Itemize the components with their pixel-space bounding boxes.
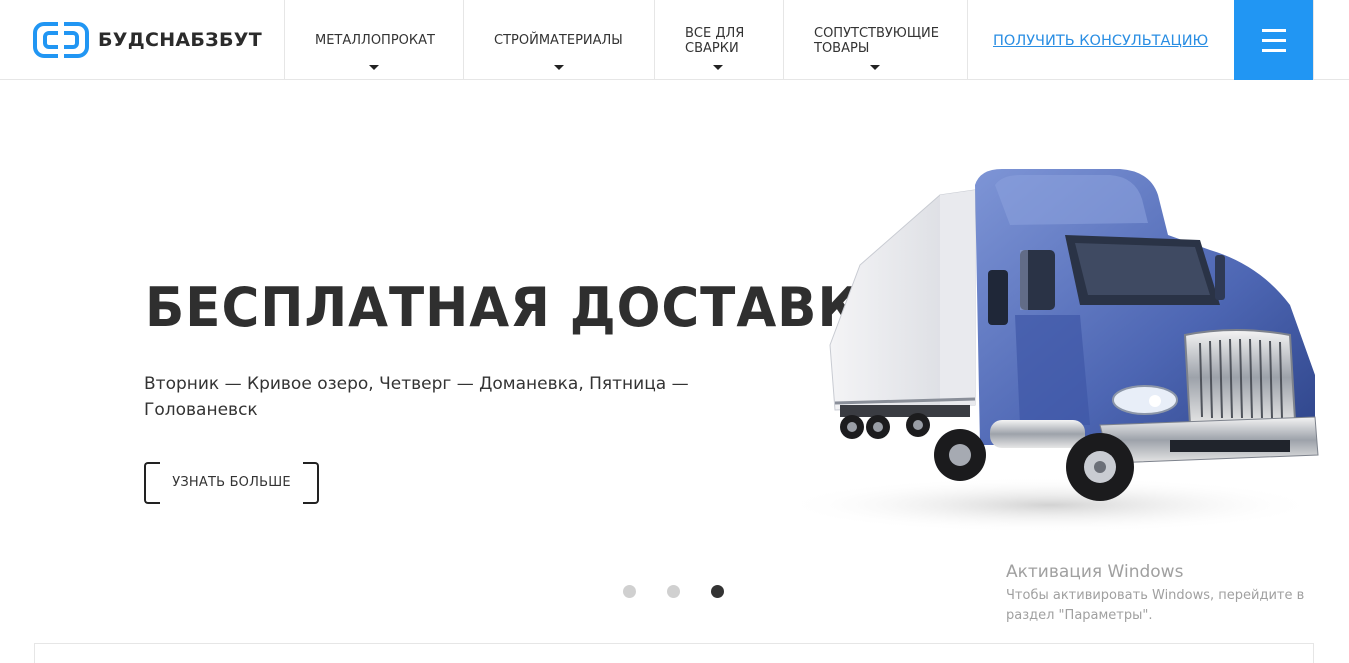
logo-text: БУДСНАБЗБУТ xyxy=(98,29,262,51)
hamburger-icon-bar xyxy=(1262,49,1286,52)
nav-item-soputstvuyushchie[interactable]: СОПУТСТВУЮЩИЕ ТОВАРЫ xyxy=(783,0,968,80)
nav-label-line1: ВСЕ ДЛЯ xyxy=(685,26,745,41)
windows-activation-watermark: Активация Windows Чтобы активировать Win… xyxy=(1006,562,1316,626)
hero-subtitle: Вторник — Кривое озеро, Четверг — Домане… xyxy=(144,374,689,420)
watermark-title: Активация Windows xyxy=(1006,562,1184,582)
caret-down-icon xyxy=(713,65,723,70)
slider-dot[interactable] xyxy=(667,585,680,598)
caret-down-icon xyxy=(369,65,379,70)
slider-dot[interactable] xyxy=(623,585,636,598)
hero-title: БЕСПЛАТНАЯ ДОСТАВКА xyxy=(145,276,902,339)
learn-more-button[interactable]: УЗНАТЬ БОЛЬШЕ xyxy=(144,462,319,504)
nav-label-line2: ТОВАРЫ xyxy=(814,41,870,56)
hamburger-icon-bar xyxy=(1262,29,1286,32)
logo[interactable]: БУДСНАБЗБУТ xyxy=(33,22,262,58)
hamburger-icon-bar xyxy=(1262,39,1286,42)
nav-divider xyxy=(967,0,968,80)
nav-label: СТРОЙМАТЕРИАЛЫ xyxy=(494,33,623,48)
caret-down-icon xyxy=(870,65,880,70)
logo-icon xyxy=(33,22,89,58)
nav-item-metalloprokat[interactable]: МЕТАЛЛОПРОКАТ xyxy=(284,0,464,80)
next-section-box xyxy=(34,643,1314,663)
nav-label-line2: СВАРКИ xyxy=(685,41,739,56)
nav-label-line1: СОПУТСТВУЮЩИЕ xyxy=(814,26,939,41)
nav-item-svarka[interactable]: ВСЕ ДЛЯ СВАРКИ xyxy=(654,0,784,80)
slider-dot-active[interactable] xyxy=(711,585,724,598)
site-header: БУДСНАБЗБУТ МЕТАЛЛОПРОКАТ СТРОЙМАТЕРИАЛЫ… xyxy=(0,0,1349,80)
caret-down-icon xyxy=(554,65,564,70)
watermark-text: Чтобы активировать Windows, перейдите в … xyxy=(1006,588,1305,623)
nav-label: МЕТАЛЛОПРОКАТ xyxy=(315,33,435,48)
header-divider xyxy=(1313,0,1314,80)
menu-button[interactable] xyxy=(1234,0,1314,80)
nav-item-stroymaterialy[interactable]: СТРОЙМАТЕРИАЛЫ xyxy=(463,0,655,80)
truck-image xyxy=(790,169,1320,533)
learn-more-label: УЗНАТЬ БОЛЬШЕ xyxy=(172,475,291,490)
consultation-link[interactable]: ПОЛУЧИТЬ КОНСУЛЬТАЦИЮ xyxy=(993,33,1208,49)
